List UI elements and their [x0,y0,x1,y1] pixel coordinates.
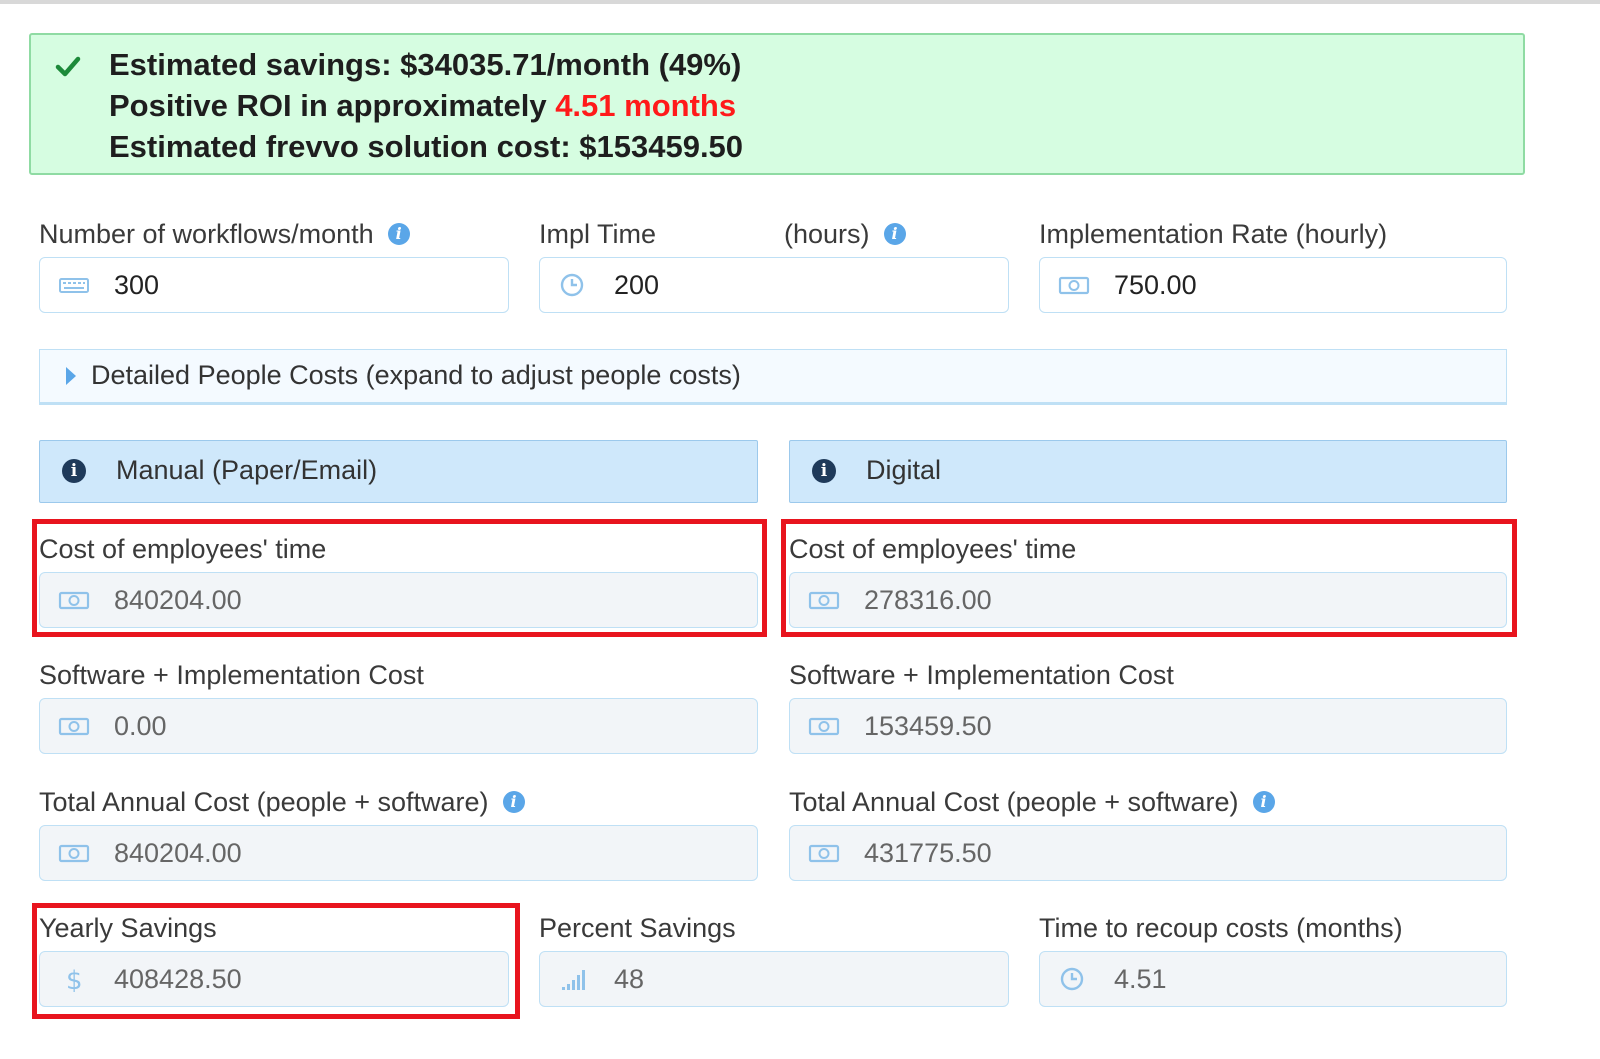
top-border [0,0,1600,4]
workflows-label-text: Number of workflows/month [39,219,374,249]
manual-software-label: Software + Implementation Cost [39,660,424,690]
check-icon [55,56,81,77]
signal-bars-icon [562,970,585,990]
manual-total-value: 840204.00 [114,838,242,868]
recoup-time-field[interactable]: 4.51 [1039,951,1507,1007]
detailed-people-costs-toggle[interactable]: Detailed People Costs (expand to adjust … [39,349,1507,405]
solution-cost-text: Estimated frevvo solution cost: $153459.… [109,129,744,164]
savings-alert: Estimated savings: $34035.71/month (49%)… [29,33,1525,175]
roi-prefix: Positive ROI in approximately [109,88,556,123]
caret-right-icon [66,367,76,385]
highlight-box-digital-employee-cost [781,519,1517,637]
info-icon[interactable]: i [62,459,86,483]
money-icon [808,717,840,736]
money-icon [58,844,90,863]
info-icon[interactable]: i [387,222,410,245]
estimated-savings-text: Estimated savings: $34035.71/month (49%) [109,47,742,82]
digital-software-label: Software + Implementation Cost [789,660,1174,690]
impl-rate-label-text: Implementation Rate (hourly) [1039,219,1388,249]
impl-time-label-suffix: (hours) i [784,219,906,250]
workflows-label: Number of workflows/month i [39,219,410,250]
detailed-people-costs-label: Detailed People Costs (expand to adjust … [91,360,741,390]
digital-header: i Digital [789,440,1507,503]
impl-time-value: 200 [614,270,660,300]
digital-total-label-text: Total Annual Cost (people + software) [789,787,1239,817]
highlight-box-manual-employee-cost [32,519,767,637]
impl-time-input[interactable]: 200 [539,257,1009,313]
manual-total-label: Total Annual Cost (people + software) i [39,787,525,818]
money-icon [808,844,840,863]
recoup-time-value: 4.51 [1114,964,1167,994]
manual-header-label: Manual (Paper/Email) [116,455,378,485]
info-icon[interactable]: i [1252,790,1275,813]
manual-total-field[interactable]: 840204.00 [39,825,758,881]
money-icon [1058,276,1090,295]
digital-total-field[interactable]: 431775.50 [789,825,1507,881]
impl-rate-value: 750.00 [1114,270,1197,300]
digital-software-value: 153459.50 [864,711,992,741]
workflows-input[interactable]: 300 [39,257,509,313]
roi-months: 4.51 months [555,88,737,123]
impl-rate-label: Implementation Rate (hourly) [1039,219,1387,250]
impl-time-label: Impl Time [539,219,656,250]
info-icon[interactable]: i [502,790,525,813]
keyboard-icon [59,278,89,293]
manual-header: i Manual (Paper/Email) [39,440,758,503]
impl-time-hours-text: (hours) [784,219,870,249]
info-icon[interactable]: i [812,459,836,483]
clock-icon [1060,967,1084,991]
percent-savings-field[interactable]: 48 [539,951,1009,1007]
roi-text: Positive ROI in approximately 4.51 month… [109,88,736,124]
percent-savings-label: Percent Savings [539,913,736,943]
manual-software-value: 0.00 [114,711,167,741]
highlight-box-yearly-savings [32,903,520,1019]
digital-header-label: Digital [866,455,942,485]
impl-time-label-text: Impl Time [539,219,657,249]
manual-software-field[interactable]: 0.00 [39,698,758,754]
info-icon[interactable]: i [883,222,906,245]
money-icon [58,717,90,736]
percent-savings-value: 48 [614,964,645,994]
impl-rate-input[interactable]: 750.00 [1039,257,1507,313]
digital-software-field[interactable]: 153459.50 [789,698,1507,754]
clock-icon [560,273,584,297]
digital-total-label: Total Annual Cost (people + software) i [789,787,1275,818]
workflows-value: 300 [114,270,160,300]
digital-total-value: 431775.50 [864,838,992,868]
manual-total-label-text: Total Annual Cost (people + software) [39,787,489,817]
recoup-time-label: Time to recoup costs (months) [1039,913,1403,943]
